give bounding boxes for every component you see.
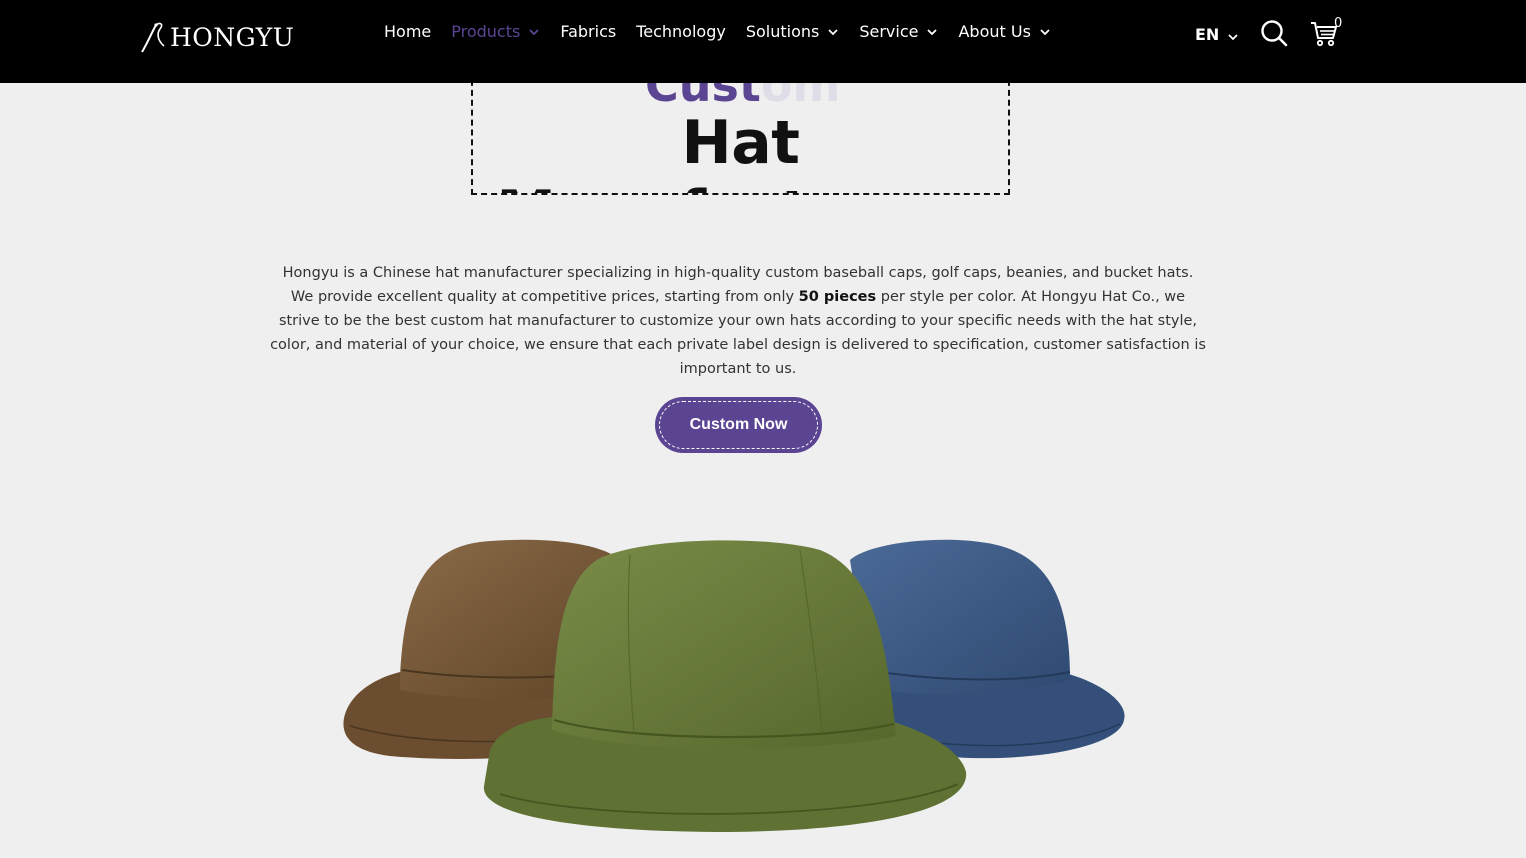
cart-count-badge: 0: [1334, 16, 1343, 31]
hero-title-frame: Custom Hat Manufacturers: [471, 70, 1010, 195]
chevron-down-icon: [529, 28, 539, 35]
intro-paragraph: Hongyu is a Chinese hat manufacturer spe…: [270, 261, 1206, 381]
nav-item-service[interactable]: Service: [859, 22, 938, 41]
nav-label: Service: [859, 22, 919, 41]
bucket-hats-image: [343, 539, 1125, 832]
nav-label: Fabrics: [560, 22, 617, 41]
nav-item-products[interactable]: Products: [451, 22, 540, 41]
page-title: Hat Manufacturers: [496, 108, 985, 193]
nav-label: Products: [451, 22, 521, 41]
chevron-down-icon: [1040, 28, 1050, 35]
language-selector[interactable]: EN: [1195, 25, 1239, 44]
nav-item-fabrics[interactable]: Fabrics: [560, 22, 616, 41]
intro-highlight: 50 pieces: [798, 289, 877, 305]
brand-logo[interactable]: HONGYU: [138, 20, 294, 54]
needle-logo-icon: [141, 22, 165, 53]
nav-label: About Us: [958, 22, 1031, 41]
nav-label: Technology: [636, 22, 726, 41]
nav-item-technology[interactable]: Technology: [636, 22, 726, 41]
nav-item-home[interactable]: Home: [384, 22, 431, 41]
nav-label: Home: [384, 22, 432, 41]
search-icon[interactable]: [1260, 19, 1288, 47]
chevron-down-icon: [1228, 33, 1238, 40]
custom-now-button[interactable]: Custom Now: [655, 397, 822, 453]
chevron-down-icon: [927, 28, 938, 35]
site-header: HONGYU Home Products Fabrics Technology …: [0, 0, 1526, 83]
nav-label: Solutions: [745, 22, 820, 41]
brand-name: HONGYU: [170, 22, 295, 52]
cta-label: Custom Now: [689, 416, 788, 433]
chevron-down-icon: [828, 28, 838, 35]
main-nav: Home Products Fabrics Technology Solutio…: [384, 22, 1071, 41]
nav-item-solutions[interactable]: Solutions: [746, 22, 840, 41]
language-label: EN: [1195, 25, 1220, 44]
nav-item-about-us[interactable]: About Us: [958, 22, 1050, 41]
